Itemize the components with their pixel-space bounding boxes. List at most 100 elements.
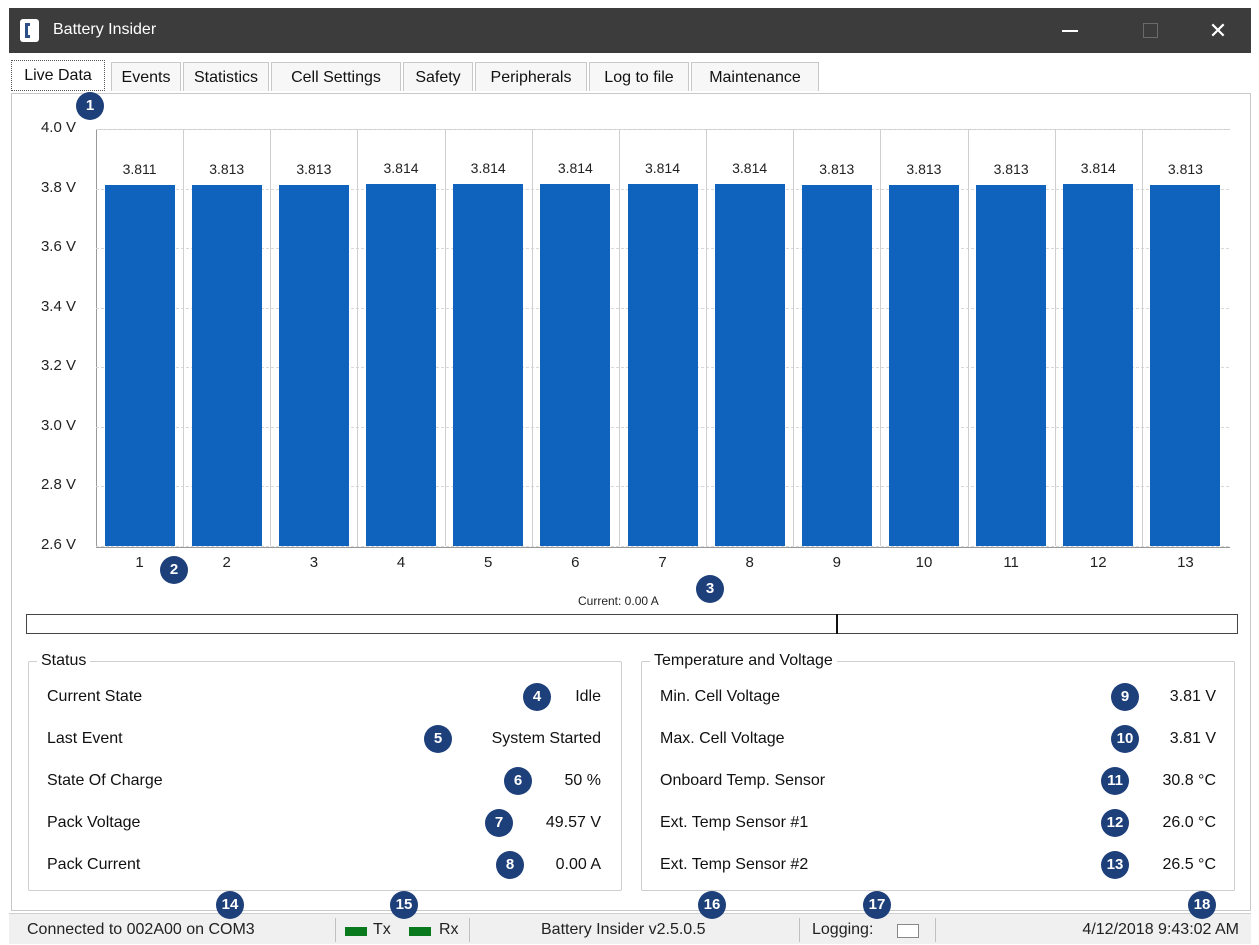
bar-value-label: 3.813 (819, 160, 855, 177)
status-separator (935, 918, 936, 942)
callout-badge: 3 (696, 575, 724, 603)
state-of-charge-label: State Of Charge (47, 772, 163, 789)
x-tick-label: 13 (1177, 554, 1194, 571)
window-title: Battery Insider (53, 21, 157, 38)
y-tick-label: 4.0 V (40, 119, 76, 136)
x-tick-label: 11 (1003, 554, 1019, 571)
last-event-label: Last Event (47, 730, 123, 747)
max-cell-voltage-value: 3.81 V (1169, 730, 1216, 747)
cell-voltage-bar (278, 184, 349, 546)
y-tick-label: 3.4 V (40, 297, 76, 315)
logging-indicator (897, 924, 919, 938)
bar-value-label: 3.813 (993, 160, 1029, 177)
cell-voltage-bar (453, 184, 524, 546)
status-bar: Connected to 002A00 on COM3 Tx Rx Batter… (9, 913, 1251, 944)
bar-value-label: 3.813 (209, 160, 245, 177)
callout-badge: 17 (863, 891, 891, 919)
x-tick-label: 1 (135, 554, 144, 571)
rx-led-icon (409, 927, 431, 936)
bar-value-label: 3.814 (1080, 160, 1116, 177)
datetime-label: 4/12/2018 9:43:02 AM (1082, 921, 1239, 938)
x-tick-label: 7 (658, 554, 667, 571)
callout-badge: 15 (390, 891, 418, 919)
x-tick-label: 3 (309, 554, 319, 571)
logging-label: Logging: (812, 921, 874, 938)
min-cell-voltage-label: Min. Cell Voltage (660, 688, 781, 705)
callout-badge: 11 (1101, 767, 1129, 795)
callout-badge: 1 (76, 92, 104, 120)
pack-current-label: Pack Current (47, 856, 141, 873)
callout-badge: 16 (698, 891, 726, 919)
cell-voltage-bar (1063, 184, 1134, 546)
bar-value-label: 3.814 (732, 160, 768, 177)
y-tick-label: 3.2 V (40, 357, 76, 375)
cell-voltage-bar (801, 184, 872, 546)
current-gauge-marker (836, 614, 838, 634)
x-tick-label: 12 (1089, 554, 1107, 571)
current-state-value: Idle (575, 688, 601, 705)
bar-value-label: 3.814 (470, 160, 506, 177)
x-tick-label: 6 (571, 554, 580, 571)
tab-live-data[interactable]: Live Data (11, 60, 105, 91)
state-of-charge-value: 50 % (564, 772, 601, 789)
minimize-icon[interactable] (1044, 8, 1096, 53)
chart-gridline (1054, 129, 1056, 546)
ext-temp-sensor-2-label: Ext. Temp Sensor #2 (660, 856, 809, 873)
bar-value-label: 3.813 (296, 160, 332, 177)
current-label: Current: 0.00 A (578, 594, 659, 608)
chart-gridline (1141, 129, 1143, 546)
cell-voltage-bar (1150, 184, 1221, 546)
callout-badge: 6 (504, 767, 532, 795)
ext-temp-sensor-1-value: 26.0 °C (1162, 814, 1216, 831)
last-event-value: System Started (491, 730, 601, 747)
callout-badge: 10 (1111, 725, 1139, 753)
rx-label: Rx (439, 921, 459, 938)
x-tick-label: 10 (915, 554, 933, 571)
title-bar: Battery Insider ✕ (9, 8, 1251, 53)
chart-gridline (96, 129, 1229, 130)
connection-status: Connected to 002A00 on COM3 (27, 921, 255, 938)
cell-voltage-bar (976, 184, 1047, 546)
pack-voltage-label: Pack Voltage (47, 814, 141, 831)
cell-voltage-bar (540, 184, 611, 546)
tab-maintenance[interactable]: Maintenance (691, 62, 819, 91)
status-separator (469, 918, 470, 942)
chart-gridline (270, 129, 272, 546)
y-tick-label: 3.8 V (40, 178, 76, 196)
close-icon[interactable]: ✕ (1192, 8, 1244, 53)
current-state-label: Current State (47, 688, 143, 705)
callout-badge: 12 (1101, 809, 1129, 837)
chart-gridline (618, 129, 620, 546)
callout-badge: 7 (485, 809, 513, 837)
status-separator (799, 918, 800, 942)
callout-badge: 18 (1188, 891, 1216, 919)
y-tick-label: 2.8 V (40, 476, 76, 494)
tab-log-to-file[interactable]: Log to file (589, 62, 689, 91)
callout-badge: 8 (496, 851, 524, 879)
bar-value-label: 3.814 (383, 160, 419, 177)
cell-voltage-bar (366, 184, 437, 546)
bar-value-label: 3.814 (644, 160, 681, 177)
cell-voltage-bar (191, 184, 262, 546)
tab-peripherals[interactable]: Peripherals (475, 62, 587, 91)
chart-gridline (96, 546, 1229, 547)
battery-insider-logo-icon (20, 19, 39, 42)
y-tick-label: 3.6 V (40, 238, 76, 256)
x-tick-label: 8 (745, 554, 754, 571)
cell-voltage-bar (104, 185, 175, 546)
tab-safety[interactable]: Safety (403, 62, 473, 91)
status-group-title: Status (37, 652, 91, 670)
min-cell-voltage-value: 3.81 V (1169, 688, 1216, 705)
maximize-icon[interactable] (1124, 8, 1176, 53)
chart-gridline (444, 129, 446, 546)
tab-cell-settings[interactable]: Cell Settings (271, 62, 401, 91)
tab-statistics[interactable]: Statistics (183, 62, 269, 91)
x-tick-label: 2 (222, 554, 231, 571)
x-tick-label: 4 (396, 554, 406, 571)
tab-events[interactable]: Events (111, 62, 181, 91)
chart-gridline (880, 129, 882, 546)
y-tick-label: 3.0 V (40, 416, 76, 434)
tx-led-icon (345, 927, 367, 936)
temperature-voltage-group-title: Temperature and Voltage (650, 652, 837, 670)
temperature-voltage-group: Temperature and Voltage Min. Cell Voltag… (641, 652, 1235, 891)
